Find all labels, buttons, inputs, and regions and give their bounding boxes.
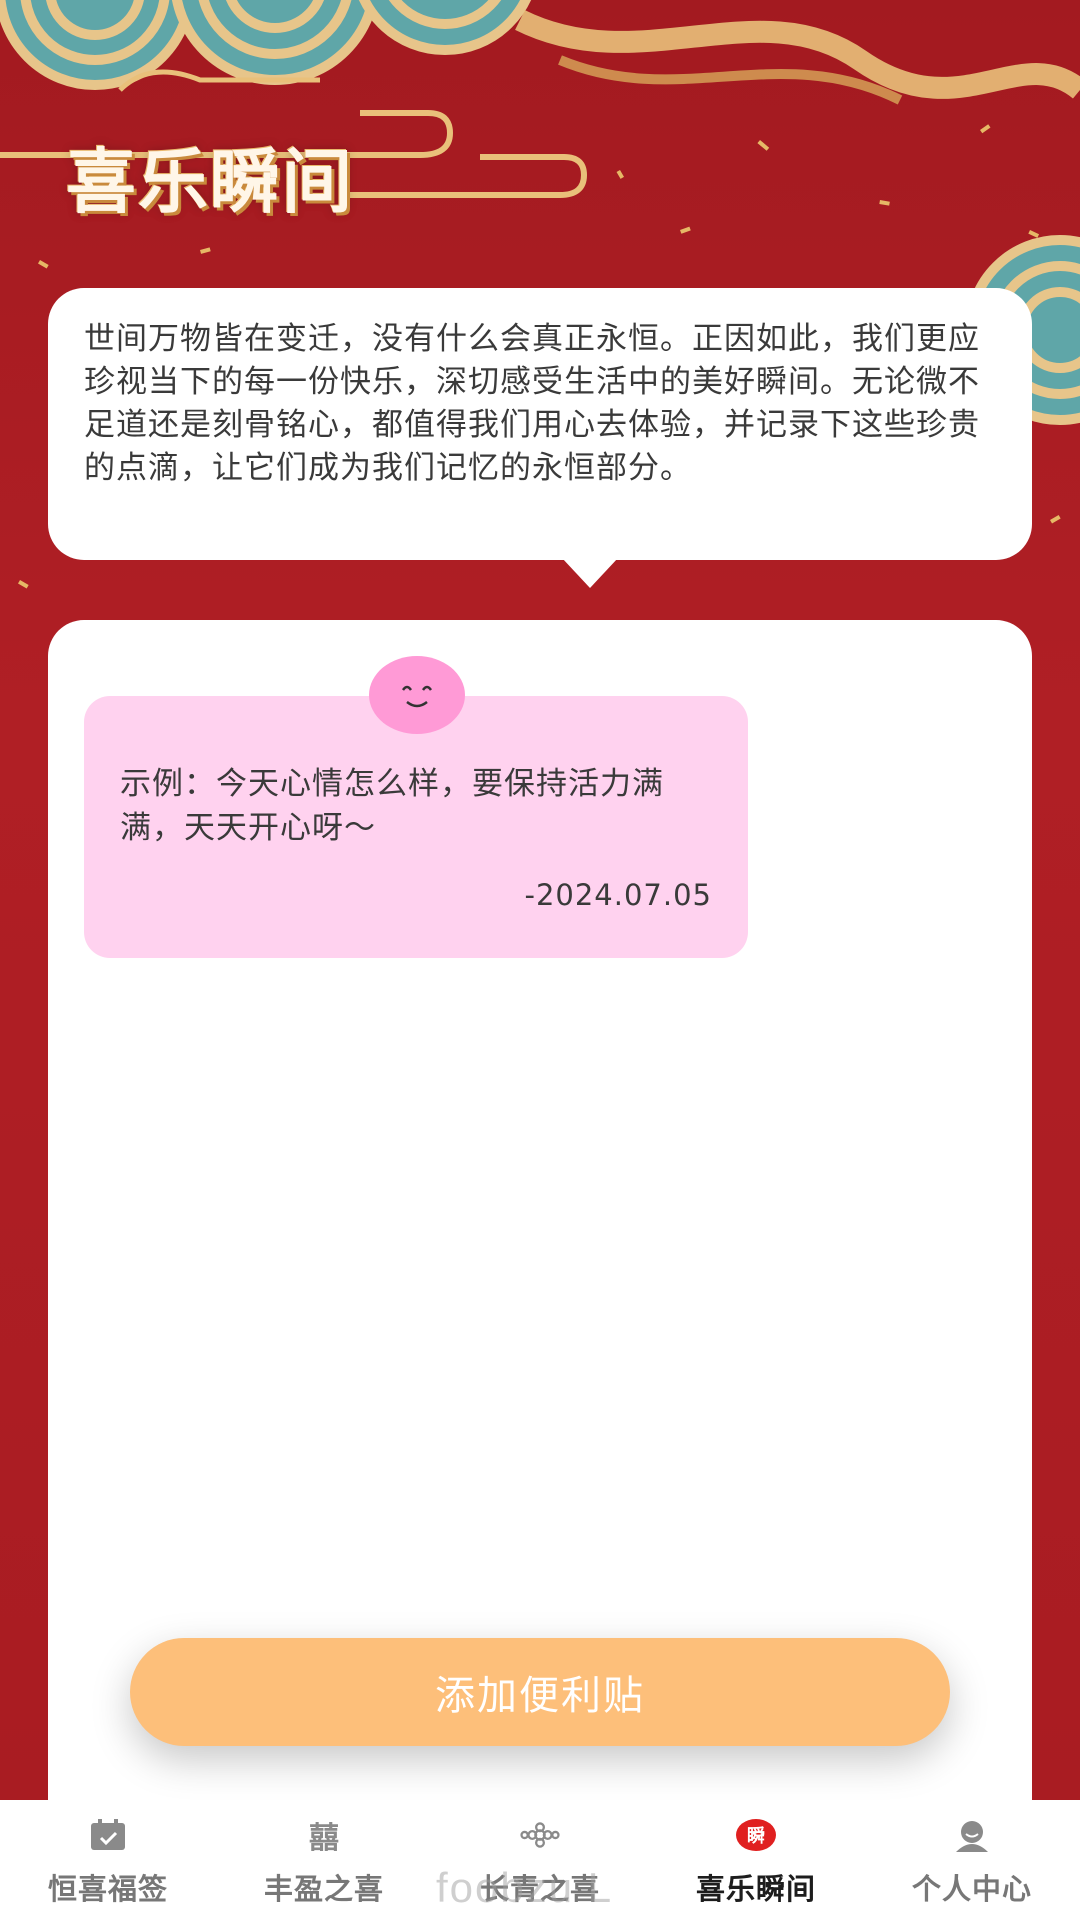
tab-label: 丰盈之喜 xyxy=(263,1872,384,1906)
user-avatar-icon xyxy=(952,1818,992,1852)
tab-joyful-moments[interactable]: 瞬 喜乐瞬间 xyxy=(648,1800,864,1920)
sticky-note-board: 示例：今天心情怎么样，要保持活力满满，天天开心呀～ -2024.07.05 xyxy=(48,620,1032,1810)
calendar-check-icon xyxy=(88,1818,128,1852)
sticky-note[interactable]: 示例：今天心情怎么样，要保持活力满满，天天开心呀～ -2024.07.05 xyxy=(84,656,748,958)
smile-face-icon xyxy=(369,656,465,734)
add-sticky-note-button[interactable]: 添加便利贴 xyxy=(130,1638,950,1746)
page-title-area: 喜乐瞬间 xyxy=(60,120,620,230)
note-text: 示例：今天心情怎么样，要保持活力满满，天天开心呀～ xyxy=(120,766,664,846)
tab-label: 个人中心 xyxy=(911,1872,1032,1906)
tab-label: 喜乐瞬间 xyxy=(695,1872,816,1906)
tab-abundance[interactable]: 囍 丰盈之喜 xyxy=(216,1800,432,1920)
tab-fortune-sticks[interactable]: 恒喜福签 xyxy=(0,1800,216,1920)
tab-profile[interactable]: 个人中心 xyxy=(864,1800,1080,1920)
double-happiness-icon: 囍 xyxy=(309,1821,339,1856)
intro-text: 世间万物皆在变迁，没有什么会真正永恒。正因如此，我们更应珍视当下的每一份快乐，深… xyxy=(84,321,980,486)
watermark: foobzu L xyxy=(436,1864,614,1911)
moment-badge-icon: 瞬 xyxy=(736,1818,776,1852)
note-date: -2024.07.05 xyxy=(524,878,712,912)
intro-speech-bubble: 世间万物皆在变迁，没有什么会真正永恒。正因如此，我们更应珍视当下的每一份快乐，深… xyxy=(48,288,1032,588)
chinese-knot-icon xyxy=(520,1818,560,1852)
page-title: 喜乐瞬间 xyxy=(66,141,354,223)
tab-label: 恒喜福签 xyxy=(47,1872,168,1906)
